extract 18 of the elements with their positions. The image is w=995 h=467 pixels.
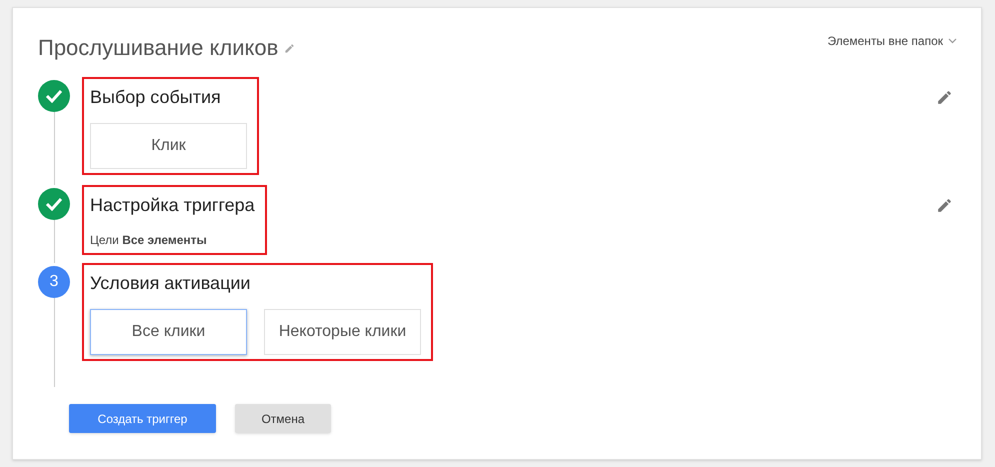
cancel-button[interactable]: Отмена	[235, 404, 331, 433]
step-summary: Цели Все элементы	[90, 232, 208, 249]
option-tile[interactable]: Некоторые клики	[264, 309, 421, 355]
create-button[interactable]: Создать триггер	[69, 404, 216, 433]
step-title: Настройка триггера	[90, 194, 255, 217]
step-title: Условия активации	[90, 272, 252, 295]
step-title: Выбор события	[90, 86, 222, 109]
option-tile[interactable]: Клик	[90, 123, 247, 169]
page-title: Прослушивание кликов	[38, 34, 278, 62]
edit-icon[interactable]	[936, 89, 953, 106]
chevron-down-icon	[948, 38, 957, 44]
step-number: 3	[38, 266, 70, 298]
folder-dropdown[interactable]: Элементы вне папок	[827, 32, 957, 50]
checkmark-icon	[45, 197, 63, 211]
option-tile[interactable]: Все клики	[90, 309, 247, 355]
checkmark-icon	[45, 89, 63, 103]
edit-icon[interactable]	[936, 197, 953, 214]
pencil-icon[interactable]	[284, 42, 296, 54]
